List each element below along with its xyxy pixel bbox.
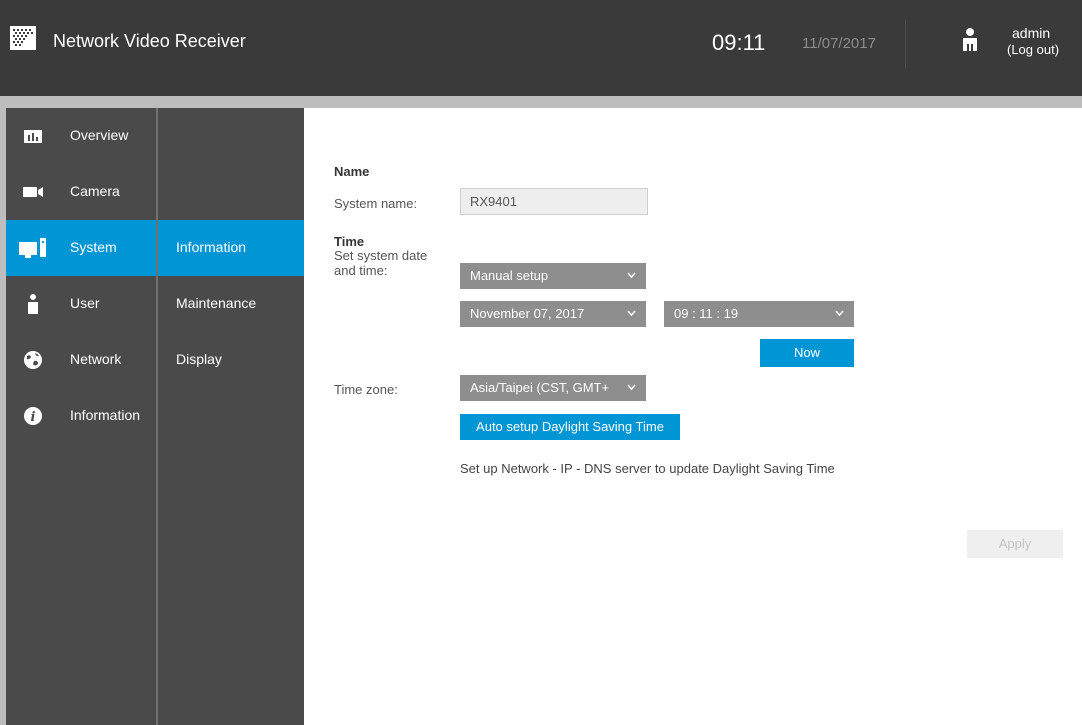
select-value: 09 : 11 : 19 (674, 306, 739, 321)
subnav-label: Display (176, 351, 222, 367)
now-button[interactable]: Now (760, 339, 854, 367)
nav-overview[interactable]: Overview (6, 108, 156, 164)
nav-label: Information (70, 407, 141, 423)
username: admin (1012, 25, 1051, 41)
nav-label: Network (70, 351, 122, 367)
camera-icon (23, 187, 43, 197)
logo-icon (10, 26, 36, 50)
subnav-information[interactable]: Information (158, 220, 304, 276)
system-name-label: System name: (334, 196, 418, 211)
nav-camera[interactable]: Camera (6, 164, 156, 220)
user-account-icon[interactable] (961, 27, 979, 51)
chevron-down-icon (627, 384, 636, 391)
select-value: Asia/Taipei (CST, GMT+ (470, 380, 610, 395)
globe-icon (24, 351, 42, 369)
app-title: Network Video Receiver (53, 31, 246, 51)
svg-text:i: i (31, 410, 36, 425)
header-border (0, 96, 1082, 108)
nav-label: Camera (70, 183, 120, 199)
name-section-heading: Name (334, 164, 370, 179)
time-select[interactable]: 09 : 11 : 19 (664, 301, 854, 327)
setup-mode-select[interactable]: Manual setup (460, 263, 646, 289)
monitor-icon (19, 238, 46, 258)
timezone-select[interactable]: Asia/Taipei (CST, GMT+ (460, 375, 646, 401)
select-value: November 07, 2017 (470, 306, 585, 321)
dst-note: Set up Network - IP - DNS server to upda… (460, 461, 835, 476)
top-header: Network Video Receiver 09:11 11/07/2017 … (0, 0, 1082, 96)
clock-time: 09:11 (712, 30, 766, 55)
set-datetime-label-line1: Set system date (334, 248, 428, 263)
logout-link[interactable]: (Log out) (1007, 42, 1059, 57)
primary-sidebar: Overview Camera System User Network i In… (6, 108, 156, 725)
header-divider (905, 20, 906, 68)
subnav-label: Maintenance (176, 295, 257, 311)
set-datetime-label-line2: and time: (334, 263, 388, 278)
secondary-sidebar: Information Maintenance Display (158, 108, 304, 725)
nav-information[interactable]: i Information (6, 388, 156, 444)
nav-user[interactable]: User (6, 276, 156, 332)
nav-label: System (70, 239, 117, 255)
nav-label: Overview (70, 127, 129, 143)
timezone-label: Time zone: (334, 382, 398, 397)
bar-chart-icon (24, 130, 42, 143)
auto-dst-button[interactable]: Auto setup Daylight Saving Time (460, 414, 680, 440)
clock-date: 11/07/2017 (802, 35, 876, 52)
chevron-down-icon (835, 310, 844, 317)
user-icon (28, 294, 38, 314)
info-icon: i (24, 407, 42, 425)
system-name-input[interactable] (460, 188, 648, 215)
nav-network[interactable]: Network (6, 332, 156, 388)
time-section-heading: Time (334, 234, 365, 249)
apply-button[interactable]: Apply (967, 530, 1063, 558)
chevron-down-icon (627, 310, 636, 317)
date-select[interactable]: November 07, 2017 (460, 301, 646, 327)
subnav-display[interactable]: Display (158, 332, 304, 388)
select-value: Manual setup (470, 268, 549, 283)
subnav-maintenance[interactable]: Maintenance (158, 276, 304, 332)
nav-label: User (70, 295, 100, 311)
subnav-label: Information (176, 239, 247, 255)
chevron-down-icon (627, 272, 636, 279)
nav-system[interactable]: System (6, 220, 156, 276)
main-content: Name System name: Time Set system date a… (304, 108, 1082, 725)
